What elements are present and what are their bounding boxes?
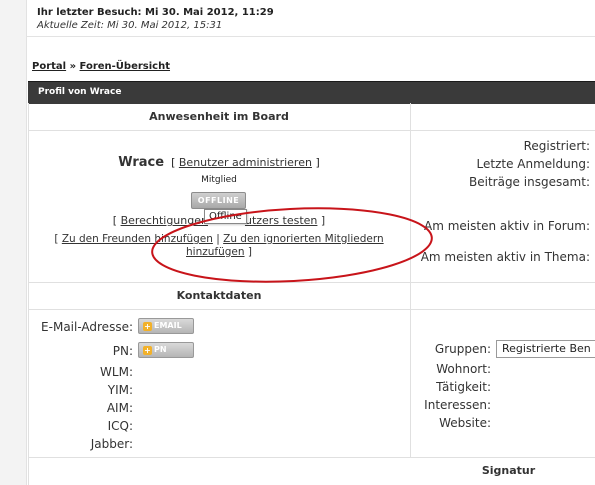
annotation-circle: [151, 207, 433, 283]
